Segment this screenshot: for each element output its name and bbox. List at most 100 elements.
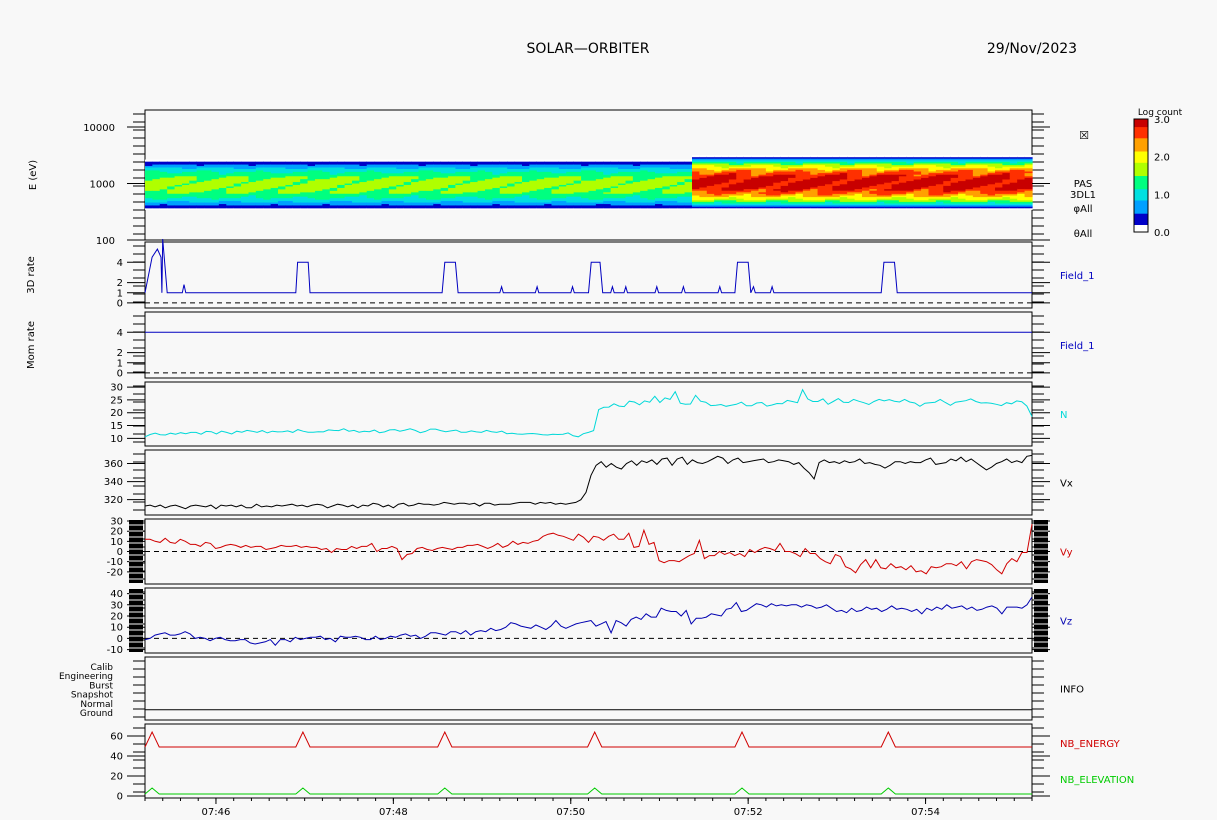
spectrogram-cell: [322, 159, 331, 162]
density-ytick-label: 25: [110, 395, 123, 406]
spectrogram-cell: [625, 159, 634, 162]
spectrogram-cell: [839, 155, 848, 158]
spectrogram-cell: [995, 155, 1003, 158]
spectrogram-cell: [1017, 155, 1026, 158]
spectrogram-cell: [913, 155, 922, 158]
nb-ytick-label: 40: [110, 752, 123, 763]
spectrogram-cell: [751, 155, 760, 158]
spectrogram-cell: [359, 159, 368, 162]
spectrogram-right-label: φAll: [1074, 204, 1093, 215]
spectrogram-cell: [455, 159, 464, 162]
vz-ytick-label: 10: [110, 623, 123, 634]
mom_rate-ytick-label: 0: [117, 368, 123, 379]
spectrogram-cell: [1002, 155, 1011, 158]
spectrogram-cell: [935, 155, 944, 158]
spectrogram-cell: [307, 159, 316, 162]
vz-left-bar: [129, 589, 143, 652]
mom_rate-panel: 012 4 Field_1 Mom rate: [26, 311, 1094, 379]
spectrogram-cell: [921, 155, 930, 158]
mom_rate-ytick-label: 4: [117, 328, 123, 339]
spectrogram-cell: [241, 159, 250, 162]
spectrogram-cell: [536, 159, 545, 162]
spectrogram-cell: [825, 155, 833, 158]
spectrogram-cell: [595, 159, 604, 162]
spectrogram-cell: [692, 155, 700, 158]
spectrogram-cell: [980, 155, 989, 158]
nb-ytick-label: 60: [110, 732, 123, 743]
spectrogram-cell: [632, 159, 641, 162]
vx-panel: 320 340 360 Vx: [104, 449, 1073, 516]
spectrogram-cell: [366, 159, 375, 162]
vx-ytick-label: 340: [104, 477, 123, 488]
spectrogram-cell: [285, 159, 294, 162]
colorbar-tick-label: 0.0: [1154, 228, 1170, 239]
spectrogram-right-label: PAS: [1074, 179, 1093, 190]
spectrogram-image: [145, 155, 1033, 210]
spectrogram-cell: [218, 159, 227, 162]
spectrogram-cell: [876, 155, 885, 158]
time-tick-label: 07:46: [202, 807, 231, 818]
spectrogram-cell: [558, 159, 567, 162]
spectrogram-cell: [736, 155, 745, 158]
spectrogram-cell: [448, 159, 457, 162]
spectrogram-cell: [403, 159, 412, 162]
spectrogram-cell: [817, 155, 826, 158]
spectrogram-cell: [965, 155, 974, 158]
spectrogram-cell: [765, 155, 774, 158]
spectrogram-cell: [943, 155, 952, 158]
spectrogram-cell: [669, 159, 678, 162]
spectrogram-cell: [795, 155, 804, 158]
spectrogram-cell: [189, 159, 198, 162]
rate3d-ytick-label: 1: [117, 288, 123, 299]
spectrogram-cell: [662, 159, 671, 162]
spectrogram-cell: [477, 159, 486, 162]
rate3d-panel: 012 4 Field_1 3D rate: [26, 238, 1094, 309]
spectrogram-cell: [529, 159, 538, 162]
spectrogram-cell: [167, 159, 176, 162]
vy-left-bar: [129, 520, 143, 583]
density-ytick-label: 15: [110, 421, 123, 432]
info-right-label: INFO: [1060, 685, 1084, 696]
time-tick-label: 07:52: [734, 807, 763, 818]
spectrogram-cell: [647, 159, 656, 162]
nb-panel: 0 20 40 60 NB_ENERGY NB_ELEVATION: [110, 723, 1134, 803]
spectrogram-cell: [566, 159, 575, 162]
colorbar-tick-label: 2.0: [1154, 153, 1170, 164]
spectrogram-cell: [1024, 155, 1033, 158]
spectrogram-ylabel: E (eV): [28, 160, 39, 190]
spectrogram-cell: [196, 159, 205, 162]
spectrogram-cell: [145, 159, 153, 162]
spectrogram-cell: [270, 159, 279, 162]
spectrogram-cell: [374, 159, 383, 162]
time-tick-label: 07:48: [379, 807, 408, 818]
spectrogram-cell: [337, 159, 346, 162]
nb-energy-label: NB_ENERGY: [1060, 739, 1121, 750]
spectrogram-cell: [292, 159, 301, 162]
nb-frame: [144, 723, 1033, 799]
spectrogram-cell: [950, 155, 959, 158]
spectrogram-ytick-label: 1000: [90, 180, 115, 191]
info-frame: [144, 656, 1033, 721]
spectrogram-cell: [884, 155, 893, 158]
spectrogram-cell: [233, 159, 242, 162]
spectrogram-cell: [462, 159, 471, 162]
spectrogram-cell: [573, 159, 582, 162]
spectrogram-cell: [891, 155, 900, 158]
vz-ytick-label: 20: [110, 612, 123, 623]
spectrogram-cell: [987, 155, 996, 158]
spectrogram-cell: [610, 159, 619, 162]
spectrogram-cell: [152, 159, 161, 162]
rate3d-ytick-label: 2: [117, 278, 123, 289]
spectrogram-cell: [300, 159, 309, 162]
spectrogram-cell: [433, 159, 442, 162]
spectrogram-cell: [655, 159, 663, 162]
colorbar-tick-label: 1.0: [1154, 190, 1170, 201]
spectrogram-panel: 10000 1000 100 E (eV) ☒ PAS3DL1 φAll θAll: [28, 109, 1096, 247]
density-ytick-label: 30: [110, 383, 123, 394]
mom_rate-right-label: Field_1: [1060, 341, 1094, 352]
spectrogram-cell: [847, 155, 856, 158]
density-right-label: N: [1060, 410, 1067, 421]
vy-ytick-label: 0: [117, 547, 123, 558]
density-ytick-label: 20: [110, 408, 123, 419]
mom_rate-frame: [144, 311, 1033, 379]
